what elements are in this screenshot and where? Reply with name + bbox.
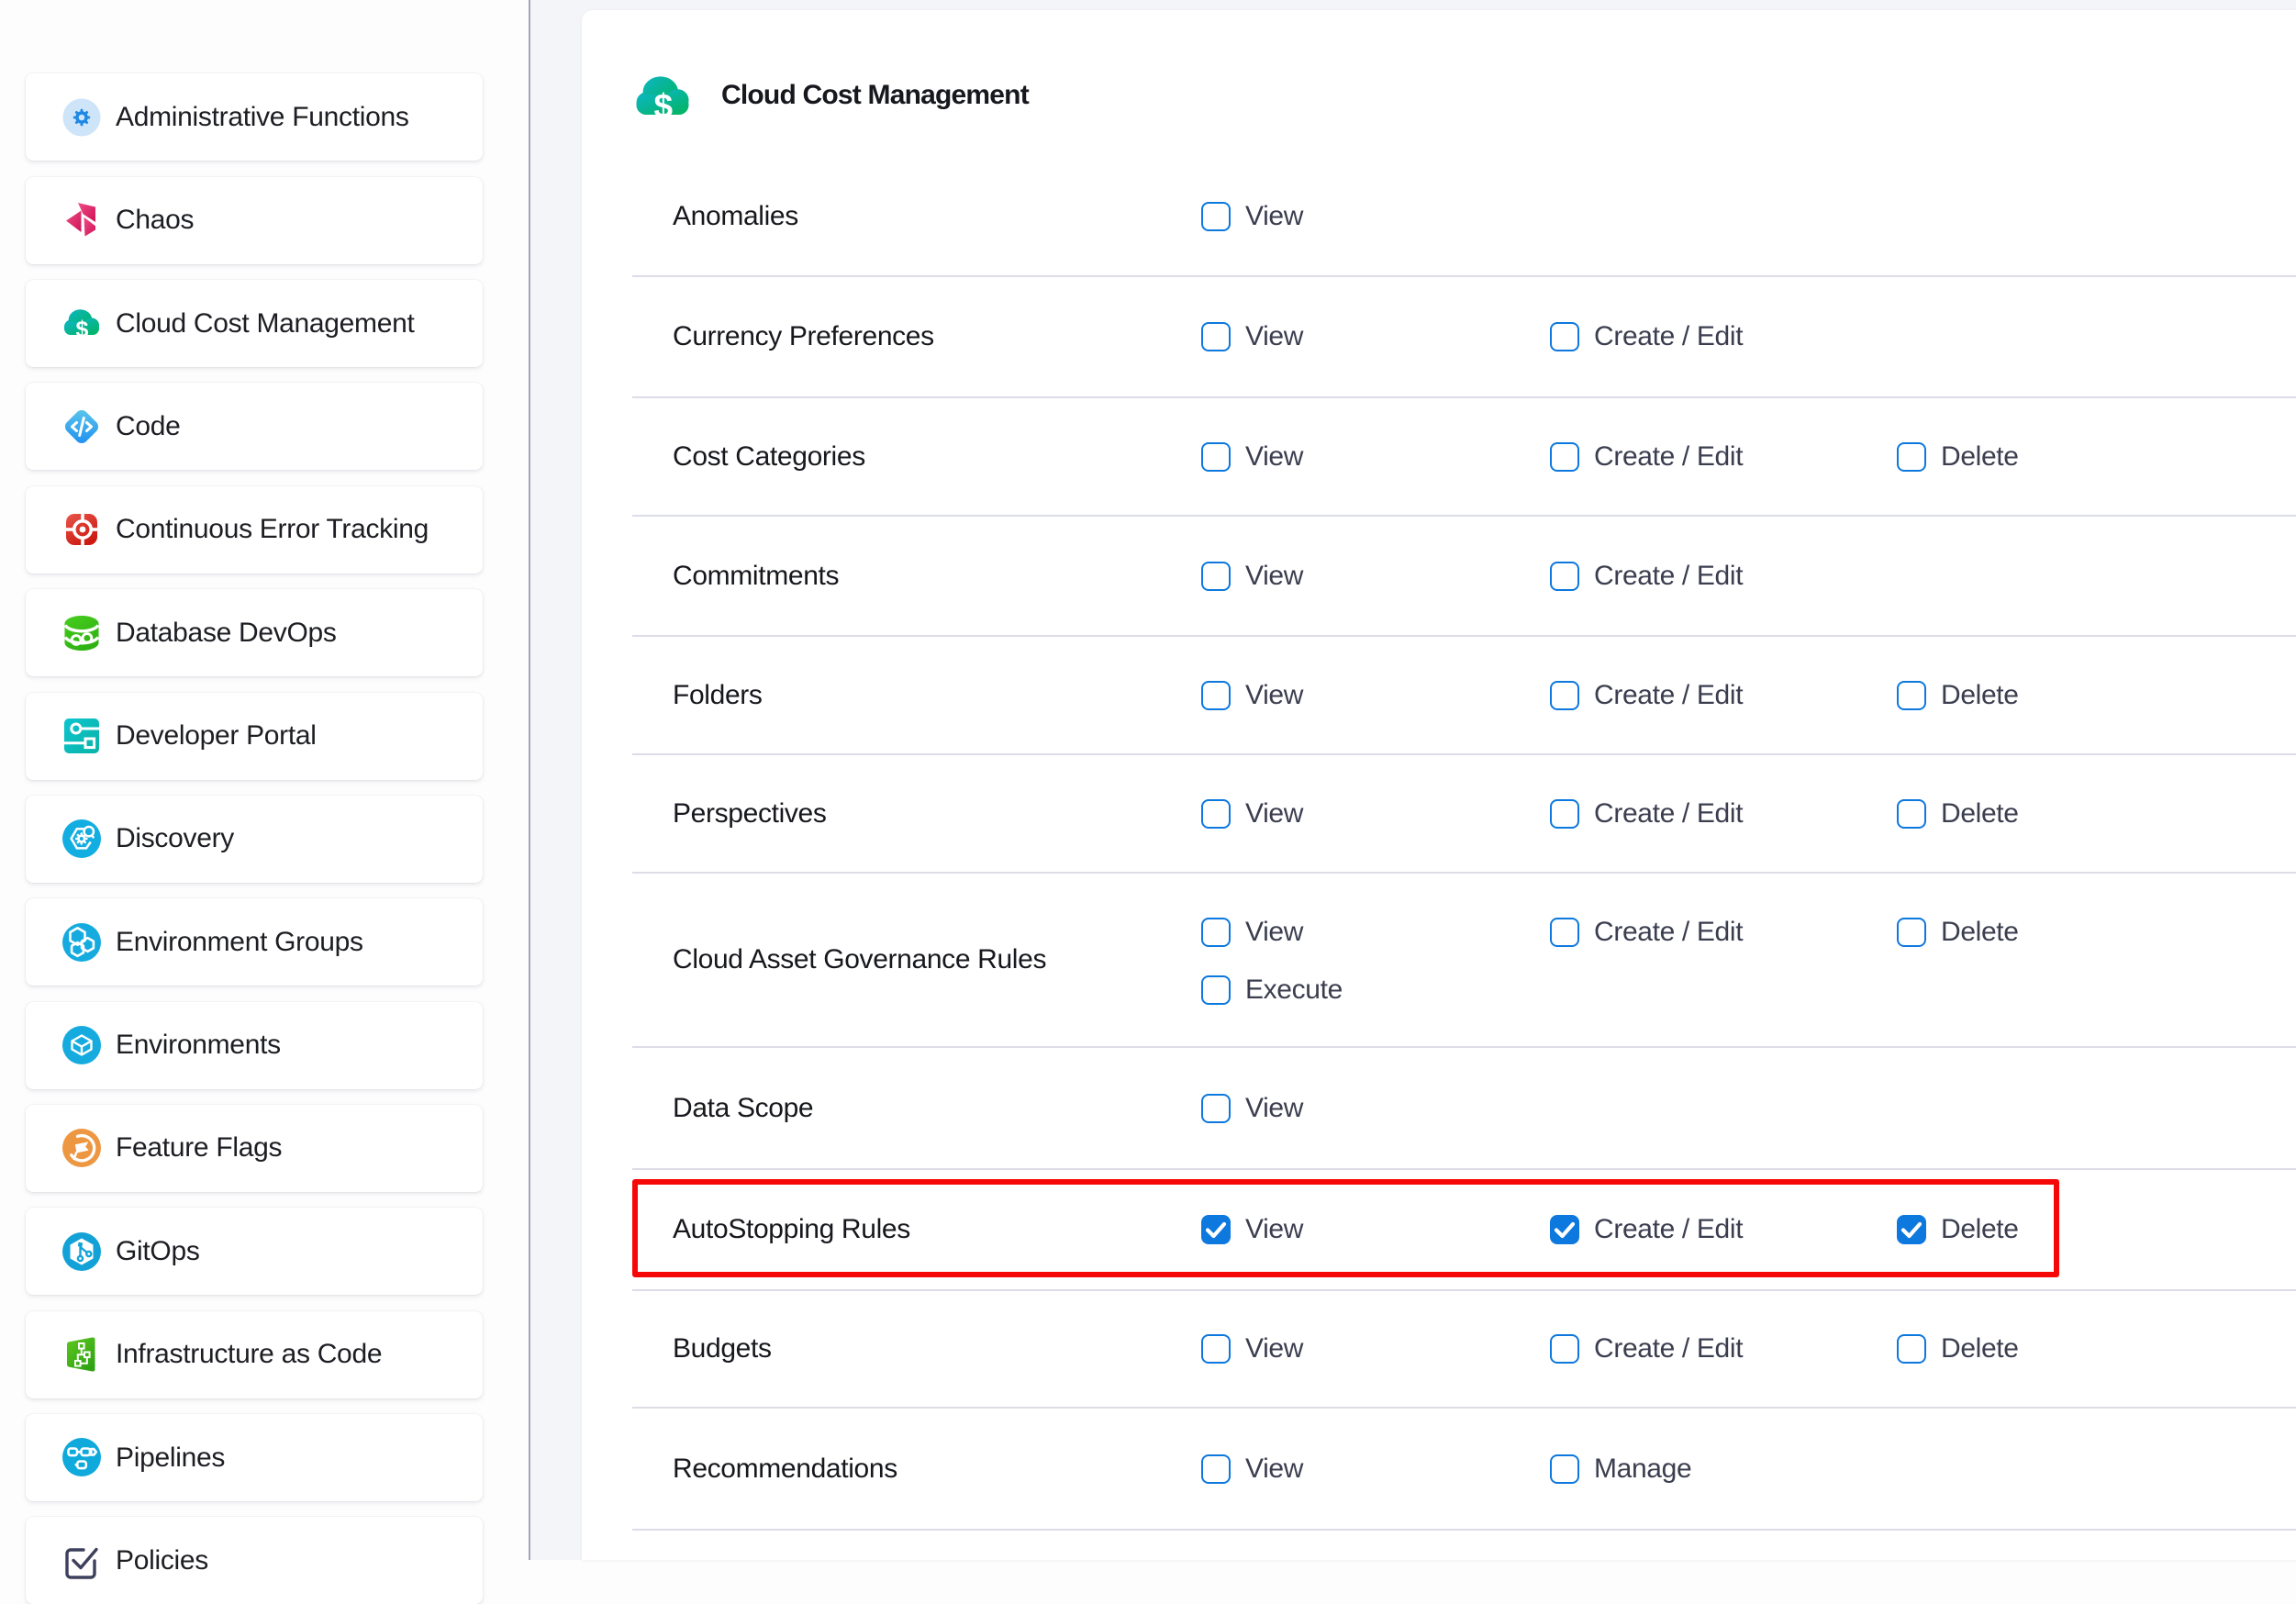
svg-text:$: $ <box>654 87 674 125</box>
svg-text:$: $ <box>76 317 89 342</box>
